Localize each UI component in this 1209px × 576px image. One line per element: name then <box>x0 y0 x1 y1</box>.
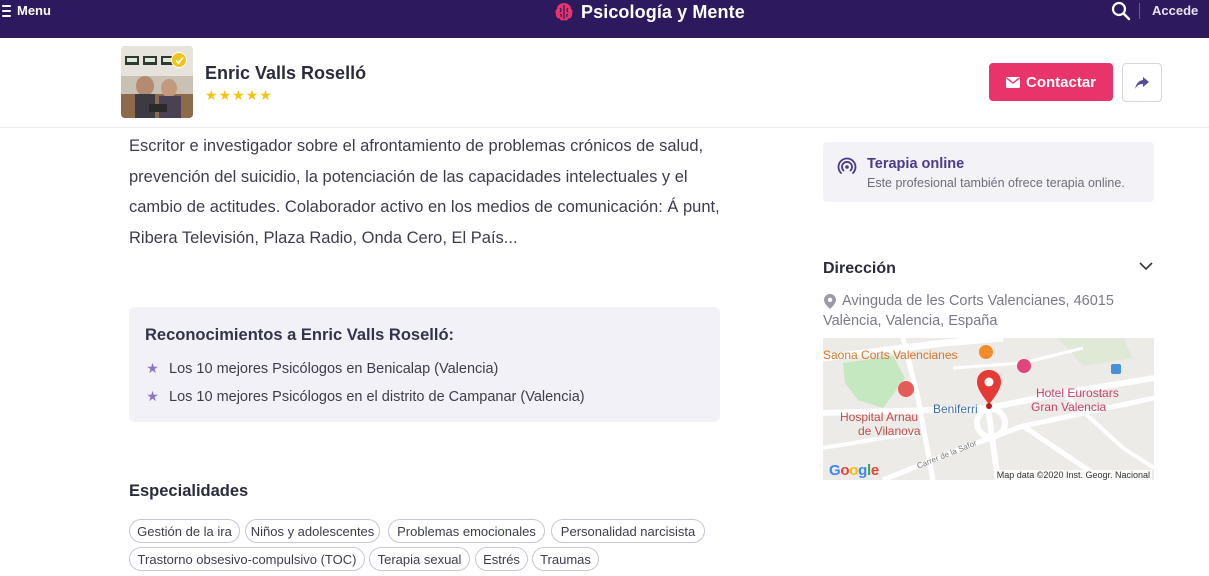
specialty-tag[interactable]: Estrés <box>475 547 528 571</box>
specialty-tag[interactable]: Problemas emocionales <box>388 519 545 543</box>
star-icon: ★ <box>232 87 245 103</box>
star-icon: ★ <box>218 87 232 103</box>
online-therapy-box: Terapia online Este profesional también … <box>823 142 1154 202</box>
specialties-title: Especialidades <box>129 482 249 500</box>
envelope-icon <box>1005 76 1020 88</box>
login-link[interactable]: Accede <box>1152 3 1198 18</box>
address-text: Avinguda de les Corts Valencianes, 46015… <box>823 293 1114 329</box>
topbar-divider <box>1139 3 1140 19</box>
specialty-tag[interactable]: Gestión de la ira <box>129 519 240 543</box>
google-logo: Google <box>829 462 879 479</box>
contact-button-label: Contactar <box>1025 73 1096 91</box>
map-label-hospital: Hospital Arnau <box>840 410 919 424</box>
star-icon: ★ <box>146 388 159 404</box>
brain-logo-icon <box>555 3 573 21</box>
broadcast-icon <box>837 157 857 174</box>
menu-label: Menu <box>17 3 51 18</box>
awards-title: Reconocimientos a Enric Valls Roselló: <box>145 326 455 344</box>
search-icon[interactable] <box>1111 1 1131 21</box>
specialty-tag[interactable]: Trastorno obsesivo-compulsivo (TOC) <box>129 547 365 571</box>
profile-header: Enric Valls Roselló ★ ★ ★ ★ ★ Contactar <box>0 38 1209 128</box>
address-title: Dirección <box>823 260 896 277</box>
brand-name: Psicología y Mente <box>581 1 745 22</box>
rating-stars: ★ ★ ★ ★ ★ <box>205 88 272 102</box>
star-icon: ★ <box>205 87 218 103</box>
award-item: ★ Los 10 mejores Psicólogos en Benicalap… <box>145 360 498 377</box>
award-item: ★ Los 10 mejores Psicólogos en el distri… <box>145 388 585 405</box>
menu-button[interactable]: Menu <box>2 3 51 18</box>
award-text: Los 10 mejores Psicólogos en el distrito… <box>169 388 585 405</box>
award-text: Los 10 mejores Psicólogos en Benicalap (… <box>169 360 499 377</box>
map-attribution: Map data ©2020 Inst. Geogr. Nacional <box>994 470 1152 480</box>
share-button[interactable] <box>1122 63 1162 102</box>
map-label-beniferri: Beniferri <box>933 402 978 416</box>
hamburger-icon <box>2 4 11 17</box>
map-label-hotel: Hotel Eurostars <box>1036 386 1119 400</box>
profile-name: Enric Valls Roselló <box>205 63 367 83</box>
map-label-saona: Saona Corts Valencianes <box>823 348 958 362</box>
online-therapy-title: Terapia online <box>867 156 965 172</box>
online-therapy-subtitle: Este profesional también ofrece terapia … <box>867 176 1125 190</box>
share-icon <box>1135 76 1149 89</box>
specialty-tag[interactable]: Personalidad narcisista <box>551 519 705 543</box>
specialty-tag[interactable]: Terapia sexual <box>369 547 470 571</box>
brand-logo-link[interactable]: Psicología y Mente <box>553 0 745 24</box>
star-icon: ★ <box>245 87 259 103</box>
specialty-tag[interactable]: Niños y adolescentes <box>245 519 380 543</box>
chevron-down-icon[interactable] <box>1137 257 1155 275</box>
specialty-tag[interactable]: Traumas <box>532 547 599 571</box>
star-icon: ★ <box>146 360 159 376</box>
verified-icon <box>171 52 187 68</box>
contact-button[interactable]: Contactar <box>989 63 1113 101</box>
bio-text: Escritor e investigador sobre el afronta… <box>129 137 720 247</box>
map-label-hotel: Gran Valencia <box>1031 400 1107 414</box>
top-navigation-bar: Menu Psicología y Mente Accede <box>0 0 1209 38</box>
location-map[interactable]: Saona Corts Valencianes Hotel Eurostars … <box>823 338 1154 480</box>
awards-box: Reconocimientos a Enric Valls Roselló: ★… <box>129 307 720 422</box>
map-label-hospital: de Vilanova <box>858 424 921 438</box>
star-icon: ★ <box>259 87 272 103</box>
